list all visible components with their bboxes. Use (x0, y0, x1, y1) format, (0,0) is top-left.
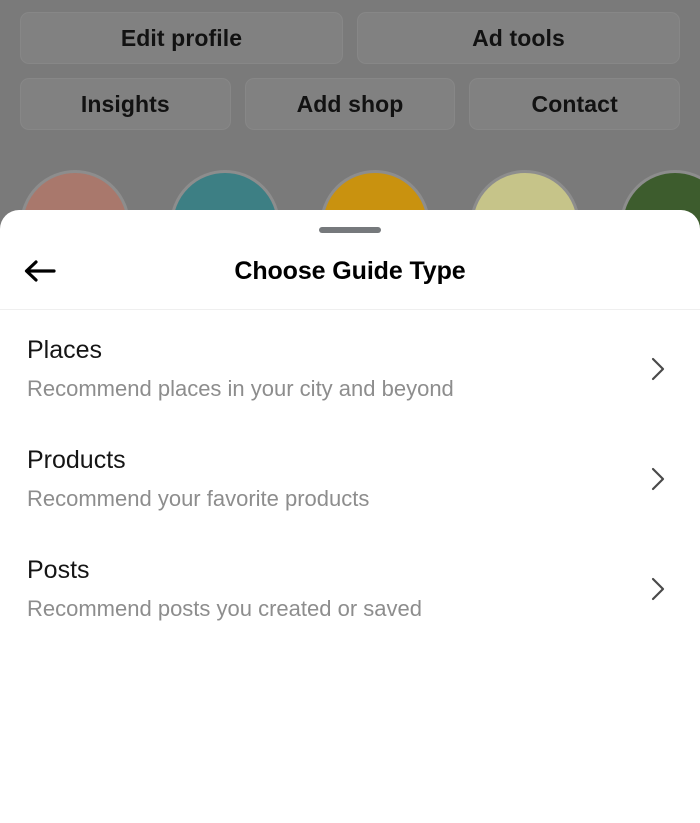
contact-button[interactable]: Contact (469, 78, 680, 130)
back-button[interactable] (22, 254, 66, 288)
add-shop-button[interactable]: Add shop (245, 78, 456, 130)
guide-option-subtitle: Recommend posts you created or saved (27, 596, 640, 622)
page-title: Choose Guide Type (0, 257, 700, 286)
guide-option-subtitle: Recommend places in your city and beyond (27, 376, 640, 402)
arrow-left-icon (22, 256, 62, 286)
guide-option-posts[interactable]: Posts Recommend posts you created or sav… (0, 534, 700, 644)
guide-option-title: Posts (27, 556, 640, 586)
profile-action-row-2: Insights Add shop Contact (0, 78, 700, 130)
choose-guide-type-sheet: Choose Guide Type Places Recommend place… (0, 210, 700, 823)
chevron-right-icon (648, 574, 668, 604)
chevron-right-icon (648, 354, 668, 384)
guide-option-products[interactable]: Products Recommend your favorite product… (0, 424, 700, 534)
sheet-header: Choose Guide Type (0, 233, 700, 310)
guide-option-title: Products (27, 446, 640, 476)
guide-option-title: Places (27, 336, 640, 366)
ad-tools-button[interactable]: Ad tools (357, 12, 680, 64)
guide-option-subtitle: Recommend your favorite products (27, 486, 640, 512)
edit-profile-button[interactable]: Edit profile (20, 12, 343, 64)
profile-action-row-1: Edit profile Ad tools (0, 12, 700, 64)
chevron-right-icon (648, 464, 668, 494)
guide-option-places[interactable]: Places Recommend places in your city and… (0, 314, 700, 424)
insights-button[interactable]: Insights (20, 78, 231, 130)
guide-type-list: Places Recommend places in your city and… (0, 310, 700, 644)
